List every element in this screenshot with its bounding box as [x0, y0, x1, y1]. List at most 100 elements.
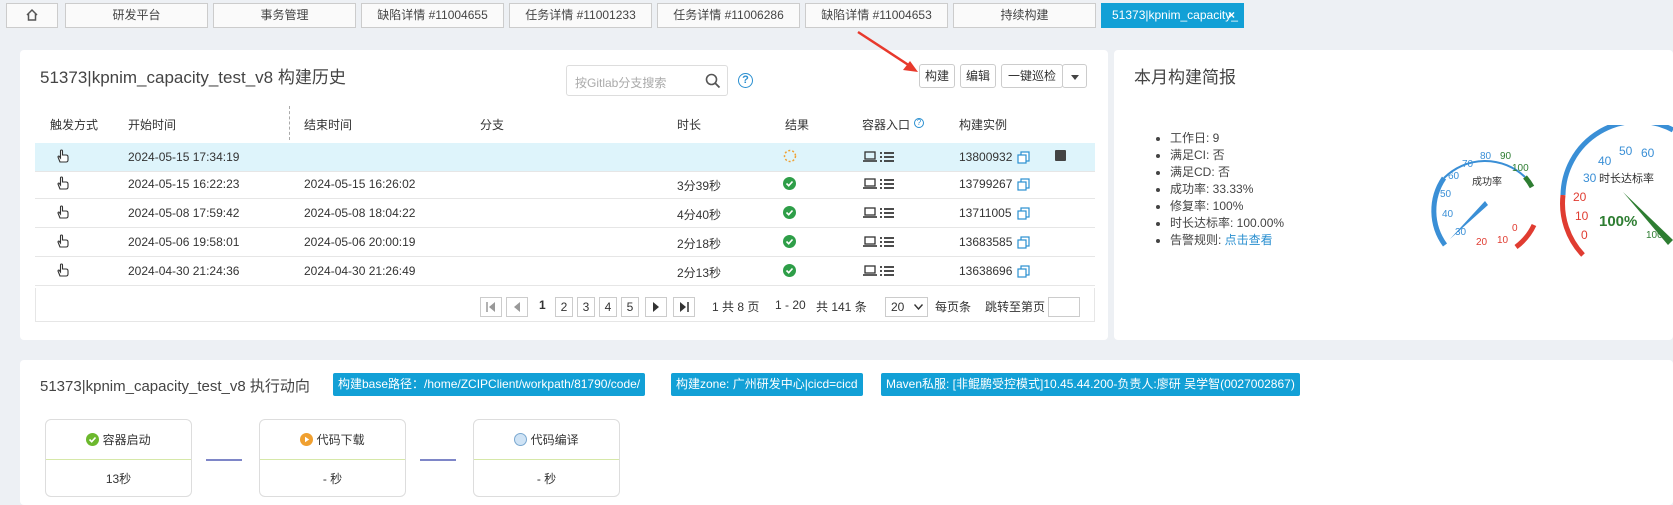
- table-row[interactable]: 2024-05-15 17:34:19 13800932: [35, 143, 1095, 172]
- copy-icon[interactable]: [1017, 178, 1030, 191]
- log-list-icon[interactable]: [880, 178, 894, 190]
- tab-rd-platform[interactable]: 研发平台: [65, 3, 208, 28]
- build-button[interactable]: 构建: [919, 64, 955, 88]
- log-list-icon[interactable]: [880, 151, 894, 163]
- table-row[interactable]: 2024-05-06 19:58:01 2024-05-06 20:00:19 …: [35, 228, 1095, 257]
- copy-icon[interactable]: [1017, 151, 1030, 164]
- build-instance-id[interactable]: 13638696: [959, 264, 1012, 278]
- duration: 2分18秒: [677, 237, 722, 251]
- success-rate-gauge: 0 10 20 30 40 50 60 70 80 90 100 成功率: [1431, 151, 1537, 250]
- terminal-icon[interactable]: [863, 236, 877, 248]
- log-list-icon[interactable]: [880, 207, 894, 219]
- terminal-icon[interactable]: [863, 265, 877, 277]
- hand-pointer-icon: [57, 205, 69, 219]
- edit-button[interactable]: 编辑: [960, 64, 996, 88]
- terminal-icon[interactable]: [863, 151, 877, 163]
- hand-pointer-icon: [57, 149, 69, 163]
- start-time: 2024-04-30 21:24:36: [128, 264, 240, 278]
- stat-workdays: 工作日: 9: [1170, 130, 1284, 147]
- build-instance-id[interactable]: 13711005: [959, 206, 1012, 220]
- page-4[interactable]: 4: [599, 297, 617, 317]
- close-icon[interactable]: ×: [1228, 4, 1235, 27]
- tab-affairs[interactable]: 事务管理: [213, 3, 356, 28]
- copy-icon[interactable]: [1017, 265, 1030, 278]
- jump-page-input[interactable]: [1048, 297, 1080, 317]
- tab-defect-11004653[interactable]: 缺陷详情 #11004653: [805, 3, 948, 28]
- log-list-icon[interactable]: [880, 236, 894, 248]
- help-icon-glyph: ?: [916, 118, 922, 127]
- play-circle-icon: [300, 433, 314, 446]
- success-check-icon: [783, 177, 796, 190]
- stage-code-download[interactable]: 代码下载 - 秒: [259, 419, 406, 497]
- hand-pointer-icon: [57, 234, 69, 248]
- gauge-tick: 0: [1512, 223, 1518, 234]
- search-icon[interactable]: [705, 73, 721, 89]
- stage-name: 代码下载: [316, 433, 365, 447]
- stage-name: 容器启动: [102, 433, 151, 447]
- start-time: 2024-05-15 16:22:23: [128, 177, 240, 191]
- view-alert-rules-link[interactable]: 点击查看: [1225, 233, 1273, 247]
- column-divider: [289, 106, 290, 140]
- start-time: 2024-05-06 19:58:01: [128, 235, 240, 249]
- prev-page-button[interactable]: [506, 297, 528, 317]
- build-instance-id[interactable]: 13800932: [959, 150, 1012, 164]
- gauge-tick: 60: [1448, 171, 1460, 182]
- next-page-button[interactable]: [645, 297, 667, 317]
- tab-task-11006286[interactable]: 任务详情 #11006286: [657, 3, 800, 28]
- terminal-icon[interactable]: [863, 207, 877, 219]
- build-instance-id[interactable]: 13799267: [959, 177, 1012, 191]
- copy-icon[interactable]: [1017, 207, 1030, 220]
- activity-title: 51373|kpnim_capacity_test_v8 执行动向: [40, 378, 310, 395]
- stat-ci: 满足CI: 否: [1170, 147, 1284, 164]
- success-check-icon: [783, 206, 796, 219]
- page-2[interactable]: 2: [555, 297, 573, 317]
- page-3[interactable]: 3: [577, 297, 595, 317]
- stop-build-icon[interactable]: [1055, 150, 1066, 161]
- log-list-icon[interactable]: [880, 265, 894, 277]
- build-base-path-tag: 构建base路径：/home/ZCIPClient/workpath/81790…: [333, 373, 646, 396]
- last-page-button[interactable]: [673, 297, 695, 317]
- table-row[interactable]: 2024-05-15 16:22:23 2024-05-15 16:26:02 …: [35, 170, 1095, 199]
- tab-task-11001233[interactable]: 任务详情 #11001233: [509, 3, 652, 28]
- table-row[interactable]: 2024-05-08 17:59:42 2024-05-08 18:04:22 …: [35, 199, 1095, 228]
- stage-time: - 秒: [536, 472, 557, 486]
- home-tab[interactable]: [6, 3, 58, 28]
- terminal-icon[interactable]: [863, 178, 877, 190]
- table-row[interactable]: 2024-04-30 21:24:36 2024-04-30 21:26:49 …: [35, 257, 1095, 286]
- prev-page-icon: [514, 302, 520, 312]
- gauge-value: 100%: [1599, 213, 1637, 230]
- branch-search-input[interactable]: 按Gitlab分支搜索: [566, 65, 728, 96]
- start-time: 2024-05-15 17:34:19: [128, 150, 240, 164]
- success-check-icon: [86, 433, 100, 446]
- hand-pointer-icon: [57, 263, 69, 277]
- first-page-icon: [486, 302, 495, 312]
- page-range: 1 - 20: [775, 298, 806, 312]
- next-page-icon: [653, 302, 659, 312]
- duration-rate-gauge: 0 10 20 30 40 50 60 时长达标率 100% 100: [1560, 125, 1673, 257]
- help-icon[interactable]: ?: [738, 73, 753, 88]
- one-click-inspect-button[interactable]: 一键巡检: [1001, 64, 1063, 88]
- tab-current-job[interactable]: 51373|kpnim_capacity_ ×: [1101, 3, 1244, 28]
- stage-header: 容器启动: [46, 420, 191, 460]
- stage-code-compile[interactable]: 代码编译 - 秒: [473, 419, 620, 497]
- page-5[interactable]: 5: [621, 297, 639, 317]
- inspect-dropdown-button[interactable]: [1062, 64, 1087, 88]
- stage-time: - 秒: [322, 472, 343, 486]
- first-page-button[interactable]: [480, 297, 502, 317]
- page-size-select[interactable]: 20: [885, 297, 928, 317]
- col-result: 结果: [785, 118, 810, 132]
- stage-container-start[interactable]: 容器启动 13秒: [45, 419, 192, 497]
- copy-icon[interactable]: [1017, 236, 1030, 249]
- stat-success-rate: 成功率: 33.33%: [1170, 181, 1284, 198]
- last-page-icon: [680, 302, 689, 312]
- tab-current-label: 51373|kpnim_capacity_: [1112, 8, 1238, 22]
- gauge-tick: 0: [1581, 228, 1588, 242]
- stage-name: 代码编译: [530, 433, 579, 447]
- page-1[interactable]: 1: [539, 298, 546, 312]
- build-instance-id[interactable]: 13683585: [959, 235, 1012, 249]
- alert-rules-label: 告警规则:: [1170, 233, 1225, 247]
- gauge-tick: 80: [1480, 151, 1492, 162]
- tab-defect-11004655[interactable]: 缺陷详情 #11004655: [361, 3, 504, 28]
- tab-continuous-build[interactable]: 持续构建: [953, 3, 1096, 28]
- help-icon[interactable]: ?: [914, 118, 924, 128]
